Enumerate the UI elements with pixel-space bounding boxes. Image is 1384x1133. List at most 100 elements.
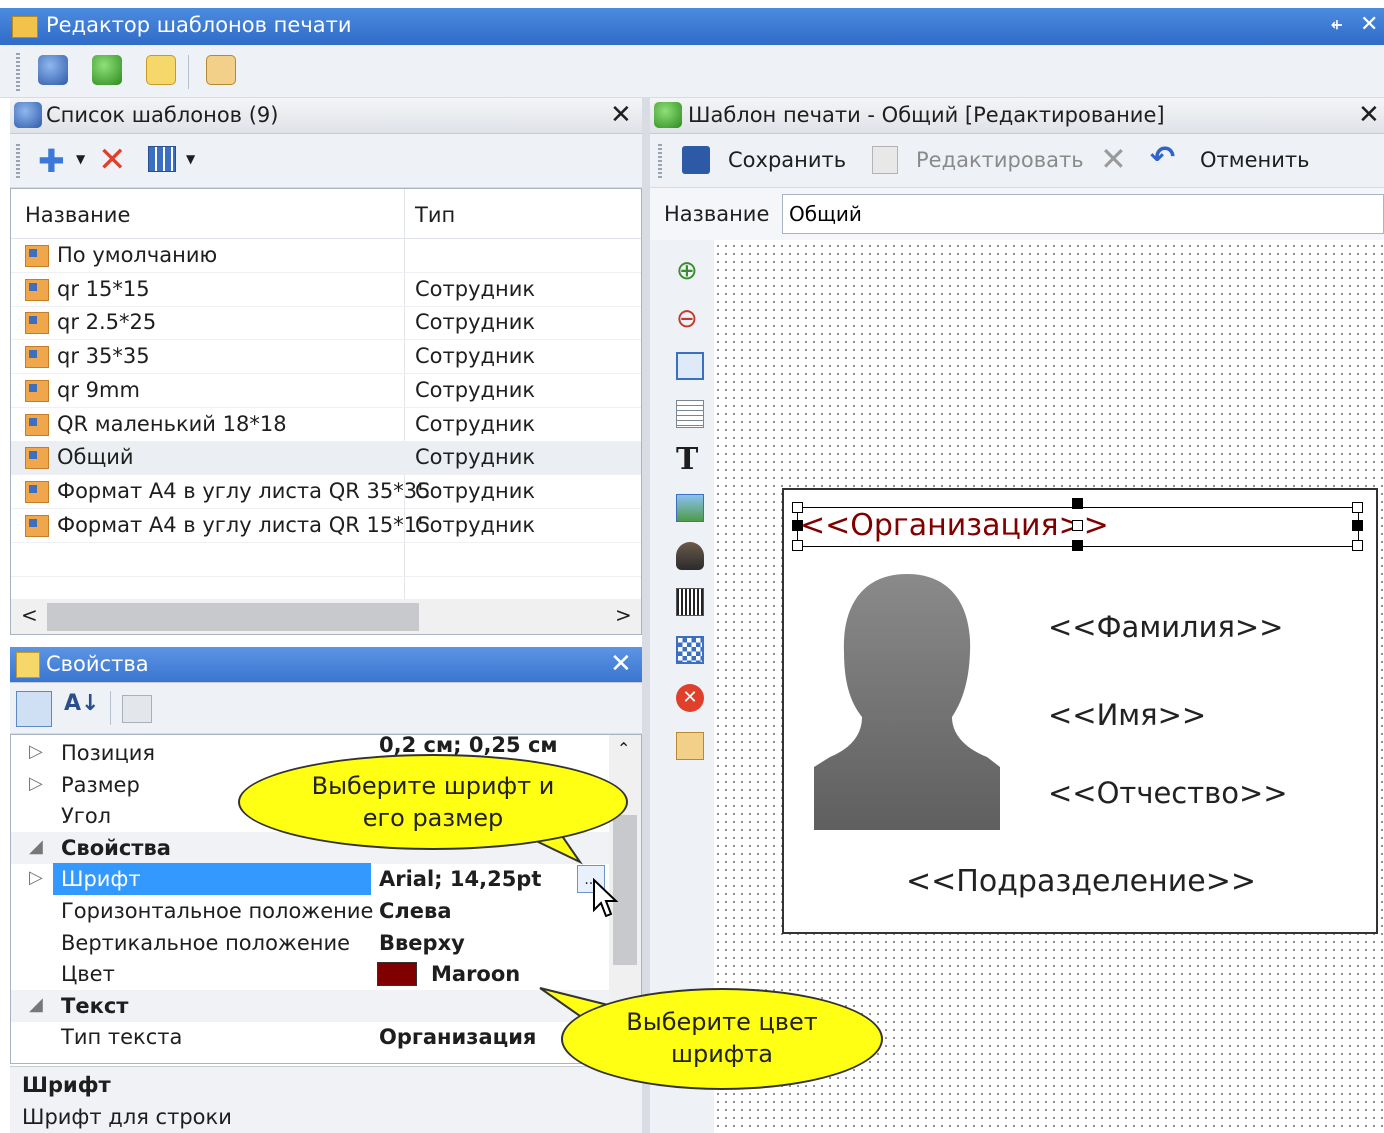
table-row[interactable]: Формат А4 в углу листа QR 15*15 Сотрудник (11, 509, 641, 543)
property-pages-icon[interactable] (122, 695, 152, 723)
horizontal-scrollbar[interactable]: < > (11, 599, 641, 634)
expand-icon[interactable]: ▷ (29, 741, 43, 762)
zoom-fit-icon[interactable] (676, 352, 704, 380)
export-icon[interactable] (206, 55, 236, 85)
column-type-header[interactable]: Тип (415, 203, 455, 227)
collapse-icon[interactable]: ◢ (29, 836, 43, 857)
table-row[interactable]: Общий Сотрудник (11, 441, 641, 476)
layers-tool-icon[interactable] (676, 732, 704, 760)
edit-pad-icon[interactable] (146, 55, 176, 85)
editor-toolbar: Сохранить Редактировать ✕ ↶ Отменить (650, 134, 1384, 188)
mouse-cursor-icon (593, 878, 619, 918)
table-row[interactable]: Формат А4 в углу листа QR 35*35 Сотрудник (11, 475, 641, 509)
qr-code-tool-icon[interactable] (676, 636, 704, 664)
department-field[interactable]: <<Подразделение>> (906, 864, 1256, 899)
panel-splitter[interactable] (642, 98, 650, 1133)
first-name-field[interactable]: <<Имя>> (1048, 698, 1206, 732)
grid-view-icon[interactable] (148, 146, 176, 172)
expand-icon[interactable]: ▷ (29, 773, 43, 794)
edit-icon[interactable] (872, 146, 898, 174)
table-row[interactable]: QR маленький 18*18 Сотрудник (11, 408, 641, 442)
resize-handle[interactable] (792, 502, 803, 513)
name-input[interactable] (782, 194, 1384, 234)
zoom-in-icon[interactable]: ⊕ (676, 256, 704, 286)
property-value[interactable]: Организация (379, 1025, 536, 1049)
delete-template-icon[interactable]: ✕ (98, 140, 127, 180)
resize-handle[interactable] (1072, 540, 1083, 551)
green-gem-icon[interactable] (92, 55, 122, 85)
properties-toolbar: A↓ (10, 683, 642, 734)
scroll-right-icon[interactable]: > (615, 603, 632, 627)
scroll-thumb[interactable] (47, 603, 419, 631)
cancel-button[interactable]: Отменить (1200, 148, 1310, 172)
save-icon[interactable] (682, 146, 710, 174)
color-callout: Выберите цвет шрифта (561, 988, 883, 1090)
resize-handle[interactable] (792, 540, 803, 551)
chevron-down-icon[interactable]: ▼ (186, 152, 195, 166)
discard-icon[interactable]: ✕ (1100, 140, 1127, 178)
photo-tool-icon[interactable] (676, 542, 704, 570)
undo-icon[interactable]: ↶ (1150, 140, 1175, 175)
property-value[interactable]: Вверху (379, 931, 465, 955)
template-type: Сотрудник (415, 411, 536, 436)
description-title: Шрифт (22, 1073, 111, 1097)
edit-button[interactable]: Редактировать (916, 148, 1084, 172)
close-window-button[interactable]: ✕ (1360, 12, 1378, 37)
page-settings-icon[interactable] (676, 400, 704, 428)
database-icon[interactable] (38, 55, 68, 85)
template-type: Сотрудник (415, 512, 536, 537)
resize-handle[interactable] (1352, 520, 1363, 531)
barcode-tool-icon[interactable] (676, 588, 704, 616)
table-row[interactable]: qr 2.5*25 Сотрудник (11, 306, 641, 341)
template-name: qr 2.5*25 (57, 310, 157, 335)
text-tool-icon[interactable]: T (676, 442, 704, 477)
categorized-view-icon[interactable] (16, 691, 52, 727)
table-row[interactable]: qr 9mm Сотрудник (11, 374, 641, 408)
property-row[interactable]: Цвет Maroon (11, 958, 611, 990)
name-label: Название (664, 202, 770, 226)
close-templates-panel-button[interactable]: ✕ (610, 100, 632, 130)
resize-handle[interactable] (1072, 498, 1083, 509)
table-row[interactable]: qr 35*35 Сотрудник (11, 340, 641, 375)
template-icon (25, 346, 49, 369)
save-button[interactable]: Сохранить (728, 148, 846, 172)
close-editor-panel-button[interactable]: ✕ (1358, 100, 1380, 130)
property-row[interactable]: ◢ Текст (11, 989, 611, 1022)
resize-handle[interactable] (1352, 540, 1363, 551)
image-tool-icon[interactable] (676, 494, 704, 522)
surname-field[interactable]: <<Фамилия>> (1048, 610, 1283, 644)
property-name: Вертикальное положение (61, 930, 351, 955)
chevron-down-icon[interactable]: ▼ (76, 152, 85, 166)
window-title: Редактор шаблонов печати (46, 13, 352, 37)
close-properties-panel-button[interactable]: ✕ (610, 649, 632, 679)
resize-handle[interactable] (1072, 520, 1083, 531)
add-template-icon[interactable]: ✚ (38, 142, 65, 180)
template-type: Сотрудник (415, 377, 536, 402)
patronymic-field[interactable]: <<Отчество>> (1048, 776, 1288, 810)
property-name: Свойства (61, 835, 171, 860)
template-icon (25, 413, 49, 436)
property-value[interactable]: Maroon (431, 962, 520, 986)
empty-row (11, 543, 641, 577)
templates-list-header: Название Тип (11, 189, 641, 239)
zoom-out-icon[interactable]: ⊖ (676, 304, 704, 334)
window-titlebar: Редактор шаблонов печати ⍅ ✕ (0, 8, 1384, 45)
table-row[interactable]: По умолчанию (11, 239, 641, 273)
sort-alphabetical-icon[interactable]: A↓ (64, 691, 99, 716)
collapse-icon[interactable]: ◢ (29, 994, 43, 1015)
photo-placeholder-icon[interactable] (812, 572, 1002, 832)
org-field[interactable]: <<Организация>> (800, 508, 1109, 543)
table-row[interactable]: qr 15*15 Сотрудник (11, 273, 641, 307)
expand-icon[interactable]: ▷ (29, 867, 43, 888)
scroll-left-icon[interactable]: < (21, 603, 38, 627)
delete-element-icon[interactable]: ✕ (676, 684, 704, 712)
resize-handle[interactable] (1352, 502, 1363, 513)
property-row[interactable]: Вертикальное положение Вверху (11, 927, 611, 959)
badge-card[interactable]: <<Организация>> <<Фамилия>> <<Имя>> <<От… (782, 488, 1378, 934)
database-icon (14, 102, 42, 128)
pin-icon[interactable]: ⍅ (1330, 12, 1343, 37)
resize-handle[interactable] (792, 520, 803, 531)
column-name-header[interactable]: Название (25, 203, 130, 227)
template-name: QR маленький 18*18 (57, 411, 287, 436)
property-row[interactable]: Тип текста Организация (11, 1021, 611, 1053)
